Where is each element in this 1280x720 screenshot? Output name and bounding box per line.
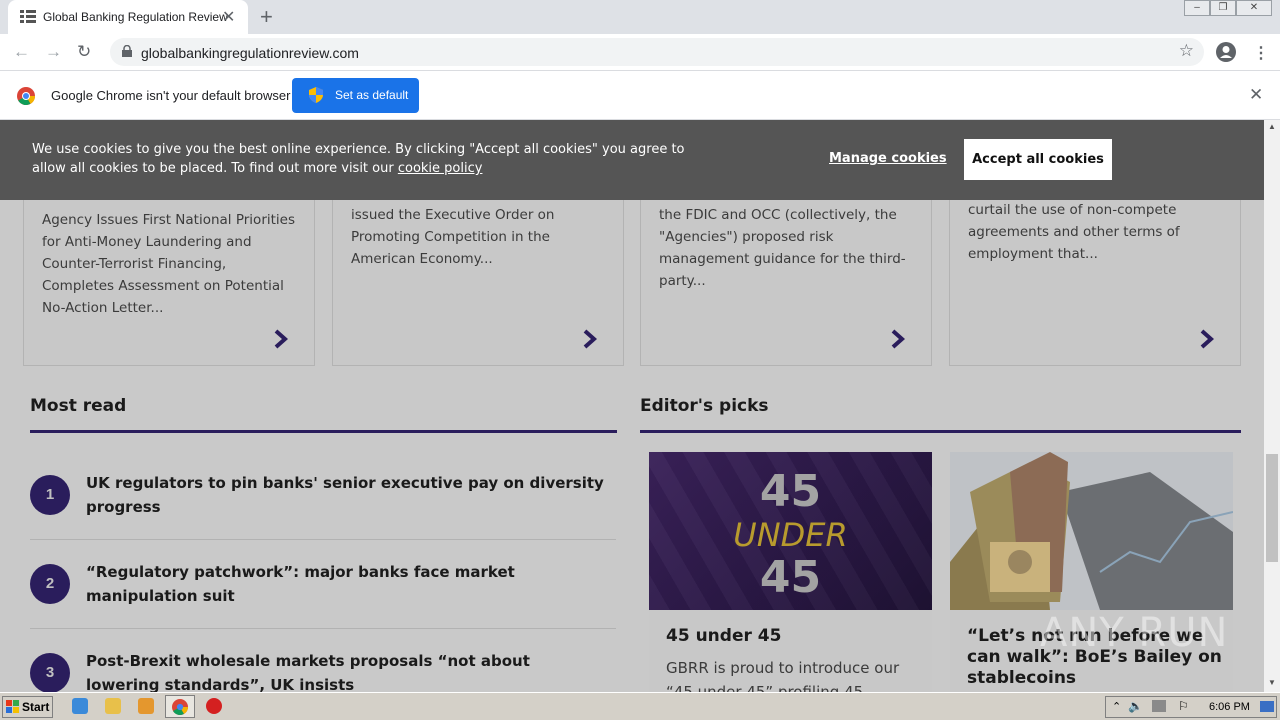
rank-badge: 1 [30,475,70,515]
new-tab-icon[interactable]: + [260,4,273,30]
windows-taskbar: Start ⌃ 🔈 ⚐ 6:06 PM [0,692,1280,720]
start-button[interactable]: Start [2,696,53,718]
rank-badge: 2 [30,564,70,604]
image-text-45-bottom: 45 [759,552,822,603]
chrome-logo-icon [17,87,35,105]
editors-pick-card[interactable]: 45 UNDER 45 45 under 45 GBRR is proud to… [649,452,932,692]
news-card[interactable]: Agency Issues First National Priorities … [23,180,315,366]
set-as-default-button[interactable]: Set as default [292,78,419,113]
default-browser-infobar: Google Chrome isn't your default browser… [0,71,1280,120]
forty-five-under-45-image[interactable]: 45 UNDER 45 [649,452,932,610]
section-divider [30,430,617,433]
tray-expand-icon[interactable]: ⌃ [1112,700,1121,713]
infobar-message: Google Chrome isn't your default browser [51,88,291,103]
editors-picks-heading: Editor's picks [640,396,769,416]
flag-icon[interactable]: ⚐ [1178,699,1189,713]
browser-menu-icon[interactable]: ⋮ [1253,43,1269,63]
anyrun-watermark: ANY RUN [1040,610,1229,656]
minimize-window-icon[interactable]: – [1184,0,1210,16]
news-card[interactable]: issued the Executive Order on Promoting … [332,180,624,366]
most-read-title[interactable]: Post-Brexit wholesale markets proposals … [86,649,606,692]
chevron-right-icon[interactable] [1200,329,1214,349]
most-read-title[interactable]: UK regulators to pin banks' senior execu… [86,471,606,519]
cookie-banner-text: We use cookies to give you the best onli… [32,140,692,178]
internet-explorer-icon[interactable] [72,698,88,714]
chevron-right-icon[interactable] [891,329,905,349]
browser-tab[interactable]: Global Banking Regulation Review ✕ [8,0,248,34]
news-card[interactable]: curtail the use of non-compete agreement… [949,180,1241,366]
stop-icon[interactable] [206,698,222,714]
back-icon[interactable]: ← [13,42,30,62]
scrollbar-thumb[interactable] [1266,454,1278,562]
cookie-banner-message: We use cookies to give you the best onli… [32,142,685,176]
news-card-text: the FDIC and OCC (collectively, the "Age… [659,207,906,289]
chevron-right-icon[interactable] [583,329,597,349]
manage-cookies-button[interactable]: Manage cookies [829,151,947,166]
site-favicon-icon [20,10,36,23]
accept-all-cookies-button[interactable]: Accept all cookies [964,139,1112,180]
volume-icon[interactable]: 🔈 [1128,699,1143,713]
system-tray: ⌃ 🔈 ⚐ 6:06 PM [1105,696,1277,718]
profile-avatar-icon[interactable] [1216,42,1236,62]
image-text-45: 45 [759,466,822,517]
chrome-taskbar-icon [172,699,188,715]
cookie-banner: We use cookies to give you the best onli… [0,120,1264,200]
most-read-item[interactable]: 2 “Regulatory patchwork”: major banks fa… [30,540,616,629]
news-card-text: issued the Executive Order on Promoting … [351,207,555,267]
most-read-item[interactable]: 1 UK regulators to pin banks' senior exe… [30,451,616,540]
news-card[interactable]: the FDIC and OCC (collectively, the "Age… [640,180,932,366]
page-viewport: Agency Issues First National Priorities … [0,120,1264,692]
reload-icon[interactable]: ↻ [77,42,91,62]
editors-pick-card[interactable]: “Let’s not run before we can walk”: BoE’… [950,452,1233,692]
section-divider [640,430,1241,433]
folder-icon[interactable] [105,698,121,714]
url-text: globalbankingregulationreview.com [141,45,359,61]
lock-icon [122,45,132,57]
most-read-title[interactable]: “Regulatory patchwork”: major banks face… [86,560,606,608]
chevron-right-icon[interactable] [274,329,288,349]
restore-window-icon[interactable]: ❐ [1210,0,1236,16]
browser-toolbar: ← → ↻ globalbankingregulationreview.com … [0,34,1280,71]
chrome-taskbar-button[interactable] [165,695,195,718]
show-desktop-icon[interactable] [1260,701,1274,712]
image-text-under: UNDER [733,516,848,554]
news-card-text: curtail the use of non-compete agreement… [968,202,1180,262]
cookie-policy-link[interactable]: cookie policy [398,161,483,176]
tab-title: Global Banking Regulation Review [43,10,228,24]
most-read-heading: Most read [30,396,127,416]
tab-close-icon[interactable]: ✕ [222,7,235,27]
windows-logo-icon [6,700,19,713]
page-scrollbar[interactable]: ▲ ▼ [1264,120,1280,692]
bookmark-star-icon[interactable]: ☆ [1179,41,1194,61]
editors-pick-description: GBRR is proud to introduce our “45 under… [666,659,900,692]
media-player-icon[interactable] [138,698,154,714]
address-bar[interactable]: globalbankingregulationreview.com ☆ [110,38,1204,66]
news-card-text: Agency Issues First National Priorities … [42,212,295,316]
shield-icon [309,87,323,103]
set-as-default-label: Set as default [335,88,409,102]
scroll-down-icon[interactable]: ▼ [1268,678,1276,687]
forward-icon[interactable]: → [45,42,62,62]
most-read-item[interactable]: 3 Post-Brexit wholesale markets proposal… [30,629,616,692]
taskbar-clock: 6:06 PM [1209,701,1250,713]
scroll-up-icon[interactable]: ▲ [1268,122,1276,131]
close-window-icon[interactable]: ✕ [1236,0,1272,16]
tab-strip: Global Banking Regulation Review ✕ + – ❐… [0,0,1280,34]
network-icon[interactable] [1152,700,1166,712]
editors-pick-title[interactable]: 45 under 45 [666,626,928,647]
start-label: Start [22,700,50,714]
rank-badge: 3 [30,653,70,692]
banknotes-image[interactable] [950,452,1233,610]
banknotes-illustration [950,452,1233,610]
infobar-close-icon[interactable]: ✕ [1249,85,1263,105]
